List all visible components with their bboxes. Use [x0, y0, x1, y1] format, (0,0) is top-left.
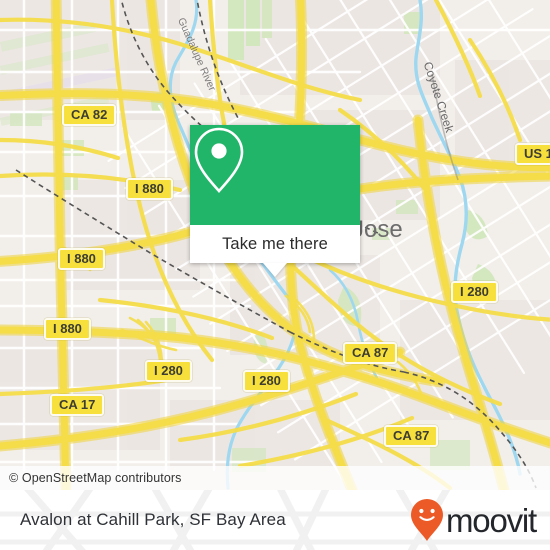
- moovit-pin-smiley-icon: [411, 499, 443, 541]
- place-card[interactable]: Take me there: [190, 125, 360, 277]
- shield-ca-82: CA 82: [62, 104, 117, 126]
- moovit-wordmark: moovit: [446, 501, 537, 539]
- map-canvas[interactable]: .rd { stroke:#f5dd49; fill:none; stroke-…: [0, 0, 550, 490]
- shield-i-880-3: I 880: [44, 318, 91, 340]
- shield-i-880-2: I 880: [58, 248, 105, 270]
- take-me-there-label: Take me there: [222, 234, 328, 253]
- footer-bar: Avalon at Cahill Park, SF Bay Area moovi…: [0, 490, 550, 550]
- shield-i-280-2: I 280: [243, 370, 290, 392]
- shield-i-880-1: I 880: [126, 178, 173, 200]
- map-pin-icon: [194, 127, 244, 193]
- map-attribution[interactable]: © OpenStreetMap contributors: [0, 466, 550, 490]
- attribution-text: © OpenStreetMap contributors: [9, 471, 182, 485]
- shield-us-101: US 10: [515, 143, 550, 165]
- shield-i-280-1: I 280: [145, 360, 192, 382]
- shield-ca-87-2: CA 87: [384, 425, 439, 447]
- shield-ca-87-1: CA 87: [343, 342, 398, 364]
- shield-i-280-3: I 280: [451, 281, 498, 303]
- shield-ca-17: CA 17: [50, 394, 105, 416]
- place-card-header: [190, 125, 360, 225]
- location-title: Avalon at Cahill Park, SF Bay Area: [20, 510, 286, 529]
- place-card-pointer: [263, 263, 287, 277]
- moovit-logo[interactable]: moovit: [410, 490, 537, 550]
- take-me-there-button[interactable]: Take me there: [190, 225, 360, 263]
- map-screenshot: .rd { stroke:#f5dd49; fill:none; stroke-…: [0, 0, 550, 550]
